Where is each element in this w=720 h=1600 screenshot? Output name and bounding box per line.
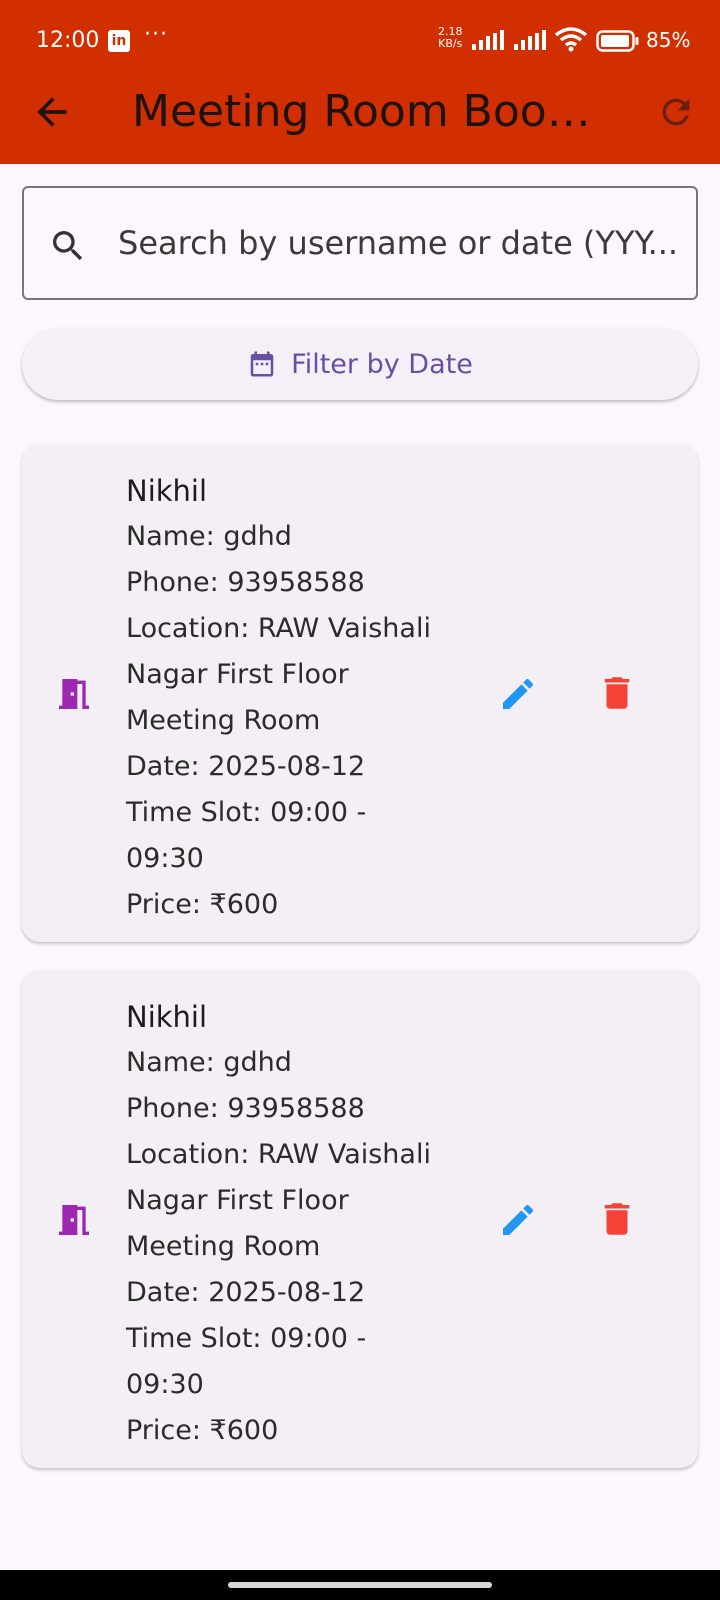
- booking-username: Nikhil: [126, 1000, 208, 1034]
- booking-time-slot: Time Slot: 09:00 -: [126, 797, 367, 828]
- search-input[interactable]: Search by username or date (YYY...: [118, 224, 684, 262]
- booking-name: Name: gdhd: [126, 521, 292, 552]
- edit-icon[interactable]: [498, 1200, 538, 1240]
- refresh-icon[interactable]: [656, 92, 696, 132]
- booking-details: Nikhil Name: gdhd Phone: 93958588 Locati…: [126, 994, 456, 1454]
- calendar-icon: [250, 351, 274, 377]
- booking-details: Nikhil Name: gdhd Phone: 93958588 Locati…: [126, 468, 456, 928]
- booking-price: Price: ₹600: [126, 1415, 279, 1446]
- linkedin-icon: in: [108, 30, 130, 52]
- booking-location-cont-2: Meeting Room: [126, 705, 321, 736]
- signal-icon-2: [514, 30, 546, 50]
- edit-icon[interactable]: [498, 674, 538, 714]
- booking-time-slot-end: 09:30: [126, 843, 204, 874]
- booking-date: Date: 2025-08-12: [126, 1277, 366, 1308]
- network-speed: 2.18 KB/s: [438, 26, 463, 50]
- meeting-room-icon: [59, 1205, 89, 1235]
- booking-username: Nikhil: [126, 474, 208, 508]
- battery-icon: [596, 30, 639, 52]
- booking-location-cont-2: Meeting Room: [126, 1231, 321, 1262]
- search-icon: [53, 231, 83, 261]
- arrow-back-icon[interactable]: [30, 90, 74, 134]
- signal-icon: [472, 30, 504, 50]
- battery-percent: 85%: [646, 28, 691, 52]
- booking-phone: Phone: 93958588: [126, 567, 365, 598]
- booking-time-slot: Time Slot: 09:00 -: [126, 1323, 367, 1354]
- wifi-icon: [554, 27, 588, 52]
- booking-card[interactable]: Nikhil Name: gdhd Phone: 93958588 Locati…: [22, 970, 698, 1468]
- page-title: Meeting Room Bookin...: [132, 86, 612, 137]
- status-time: 12:00: [36, 28, 100, 53]
- gesture-handle[interactable]: [228, 1582, 492, 1588]
- booking-name: Name: gdhd: [126, 1047, 292, 1078]
- app-bar: 12:00 in ··· 2.18 KB/s 85% Meeting Room …: [0, 0, 720, 164]
- meeting-room-icon: [59, 679, 89, 709]
- booking-location: Location: RAW Vaishali: [126, 613, 431, 644]
- status-overflow: ···: [144, 22, 168, 47]
- booking-card[interactable]: Nikhil Name: gdhd Phone: 93958588 Locati…: [22, 444, 698, 942]
- booking-price: Price: ₹600: [126, 889, 279, 920]
- booking-phone: Phone: 93958588: [126, 1093, 365, 1124]
- delete-icon[interactable]: [596, 672, 638, 714]
- system-nav-bar: [0, 1570, 720, 1600]
- search-field[interactable]: Search by username or date (YYY...: [22, 186, 698, 300]
- filter-by-date-button[interactable]: Filter by Date: [22, 328, 698, 400]
- booking-date: Date: 2025-08-12: [126, 751, 366, 782]
- filter-label: Filter by Date: [291, 348, 473, 380]
- delete-icon[interactable]: [596, 1198, 638, 1240]
- booking-location-cont: Nagar First Floor: [126, 659, 349, 690]
- status-bar: 12:00 in ··· 2.18 KB/s 85%: [0, 0, 720, 84]
- booking-location-cont: Nagar First Floor: [126, 1185, 349, 1216]
- booking-location: Location: RAW Vaishali: [126, 1139, 431, 1170]
- booking-time-slot-end: 09:30: [126, 1369, 204, 1400]
- network-speed-unit: KB/s: [438, 37, 463, 50]
